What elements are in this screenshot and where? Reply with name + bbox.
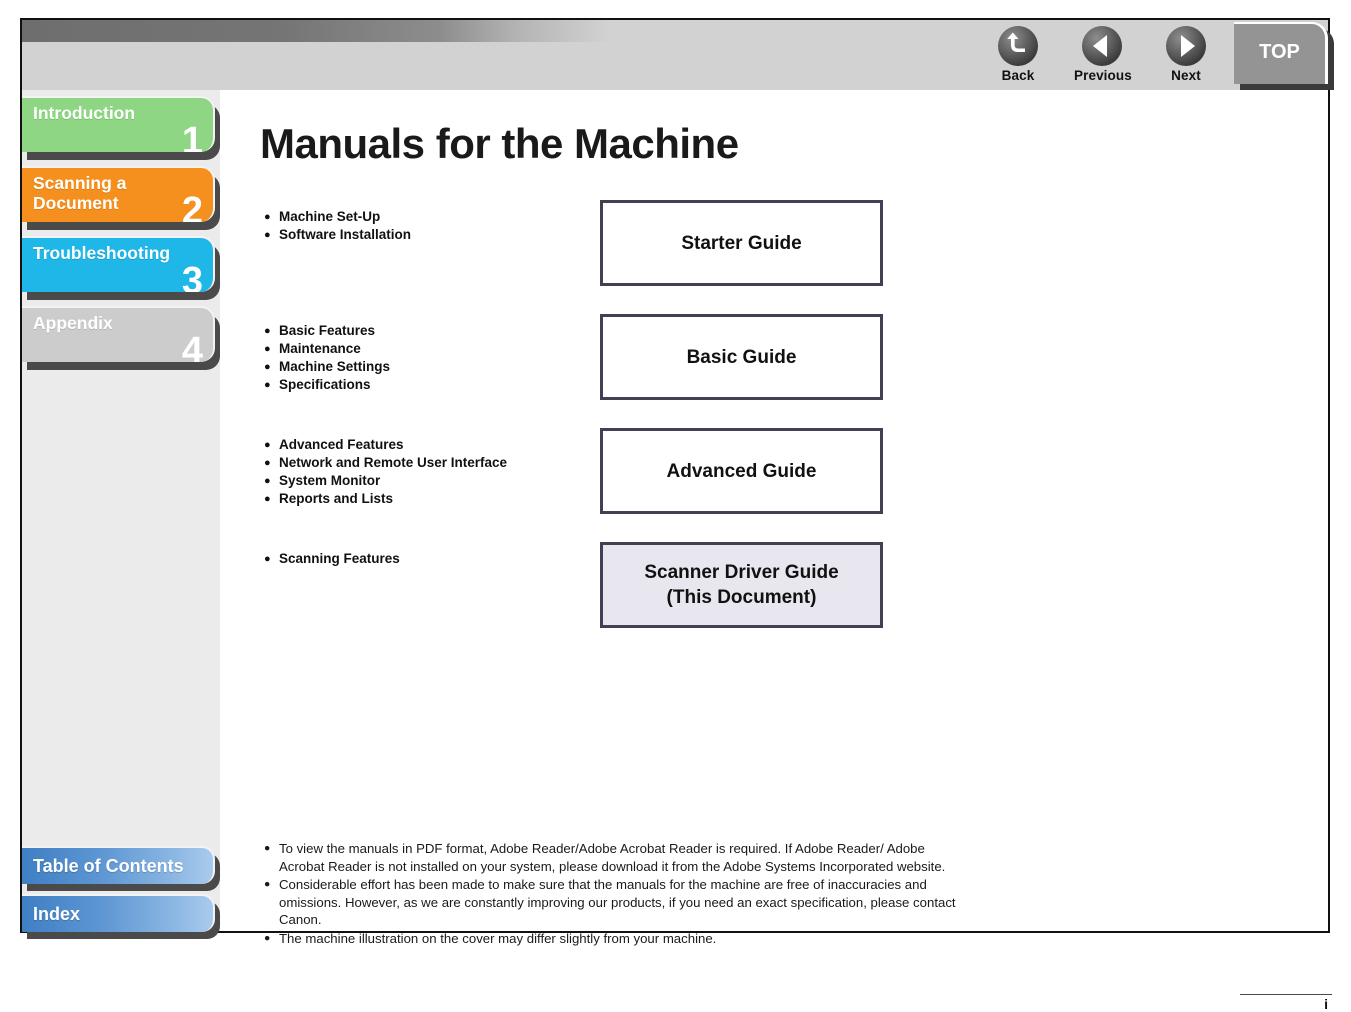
previous-button-label: Previous bbox=[1074, 68, 1132, 83]
manual-feature-list: Machine Set-UpSoftware Installation bbox=[264, 208, 584, 244]
guide-box[interactable]: Starter Guide bbox=[600, 200, 883, 286]
left-triangle-icon bbox=[1082, 26, 1122, 66]
chapter-tab-number: 4 bbox=[181, 330, 203, 362]
manual-row: Advanced FeaturesNetwork and Remote User… bbox=[260, 428, 1300, 542]
top-tab-label[interactable]: TOP bbox=[1234, 22, 1328, 84]
footnote-item: To view the manuals in PDF format, Adobe… bbox=[264, 840, 964, 875]
manual-feature-item: Machine Settings bbox=[264, 358, 584, 376]
page-title: Manuals for the Machine bbox=[260, 120, 739, 167]
chapter-tab-label: Appendix bbox=[33, 313, 113, 333]
sidebar-chapter-2[interactable]: Scanning a Document 2 bbox=[22, 166, 232, 230]
manual-row: Scanning Features Scanner Driver Guide (T… bbox=[260, 542, 1300, 656]
document-page: Back Previous Next TOP Introduction 1 Scan… bbox=[0, 0, 1351, 1012]
previous-button[interactable]: Previous bbox=[1074, 26, 1132, 83]
manual-feature-item: Advanced Features bbox=[264, 436, 584, 454]
back-button-label: Back bbox=[1001, 68, 1035, 83]
top-tab[interactable]: TOP bbox=[1234, 22, 1334, 90]
manual-feature-item: Maintenance bbox=[264, 340, 584, 358]
chapter-tab-label: Scanning a Document bbox=[33, 173, 127, 213]
sidebar-chapter-1[interactable]: Introduction 1 bbox=[22, 96, 232, 160]
manual-feature-item: Software Installation bbox=[264, 226, 584, 244]
manual-feature-item: Specifications bbox=[264, 376, 584, 394]
chapter-tab-body[interactable]: Appendix 4 bbox=[22, 306, 215, 362]
page-number: i bbox=[1324, 996, 1328, 1012]
manual-feature-item: Machine Set-Up bbox=[264, 208, 584, 226]
manual-feature-list: Scanning Features bbox=[264, 550, 584, 568]
manual-feature-item: System Monitor bbox=[264, 472, 584, 490]
chapter-tab-list: Introduction 1 Scanning a Document 2 Trouble… bbox=[22, 96, 232, 376]
manual-row: Machine Set-UpSoftware Installation Start… bbox=[260, 200, 1300, 314]
chapter-tab-number: 2 bbox=[181, 190, 203, 222]
chapter-tab-label: Troubleshooting bbox=[33, 243, 171, 263]
manual-feature-item: Network and Remote User Interface bbox=[264, 454, 584, 472]
bottom-tab-label[interactable]: Table of Contents bbox=[22, 846, 215, 884]
page-number-rule bbox=[1240, 994, 1332, 995]
sidebar-chapter-4[interactable]: Appendix 4 bbox=[22, 306, 232, 370]
back-arrow-icon bbox=[998, 26, 1038, 66]
chapter-tab-label: Introduction bbox=[33, 103, 136, 123]
chapter-tab-body[interactable]: Scanning a Document 2 bbox=[22, 166, 215, 222]
manual-feature-item: Scanning Features bbox=[264, 550, 584, 568]
chapter-tab-number: 1 bbox=[181, 120, 203, 152]
table-of-contents-tab[interactable]: Table of Contents bbox=[22, 846, 232, 894]
manual-row: Basic FeaturesMaintenanceMachine Setting… bbox=[260, 314, 1300, 428]
manual-feature-list: Advanced FeaturesNetwork and Remote User… bbox=[264, 436, 584, 508]
manual-feature-item: Reports and Lists bbox=[264, 490, 584, 508]
footnotes: To view the manuals in PDF format, Adobe… bbox=[264, 840, 964, 948]
guide-box[interactable]: Advanced Guide bbox=[600, 428, 883, 514]
guide-box[interactable]: Scanner Driver Guide (This Document) bbox=[600, 542, 883, 628]
chapter-tab-body[interactable]: Introduction 1 bbox=[22, 96, 215, 152]
manual-list: Machine Set-UpSoftware Installation Start… bbox=[260, 200, 1300, 656]
next-button[interactable]: Next bbox=[1158, 26, 1214, 83]
chapter-tab-body[interactable]: Troubleshooting 3 bbox=[22, 236, 215, 292]
main-content: Manuals for the Machine Machine Set-UpSo… bbox=[222, 92, 1332, 1012]
sidebar-chapter-3[interactable]: Troubleshooting 3 bbox=[22, 236, 232, 300]
back-button[interactable]: Back bbox=[990, 26, 1046, 83]
index-tab[interactable]: Index bbox=[22, 894, 232, 942]
guide-box[interactable]: Basic Guide bbox=[600, 314, 883, 400]
chapter-tab-number: 3 bbox=[181, 260, 203, 292]
manual-feature-item: Basic Features bbox=[264, 322, 584, 340]
footnote-item: Considerable effort has been made to mak… bbox=[264, 876, 964, 929]
manual-feature-list: Basic FeaturesMaintenanceMachine Setting… bbox=[264, 322, 584, 394]
bottom-tab-label[interactable]: Index bbox=[22, 894, 215, 932]
navigation-buttons: Back Previous Next bbox=[990, 26, 1220, 90]
right-triangle-icon bbox=[1166, 26, 1206, 66]
next-button-label: Next bbox=[1171, 68, 1201, 83]
footnote-item: The machine illustration on the cover ma… bbox=[264, 930, 964, 948]
sidebar-bottom-tab-list: Table of Contents Index bbox=[22, 846, 232, 942]
